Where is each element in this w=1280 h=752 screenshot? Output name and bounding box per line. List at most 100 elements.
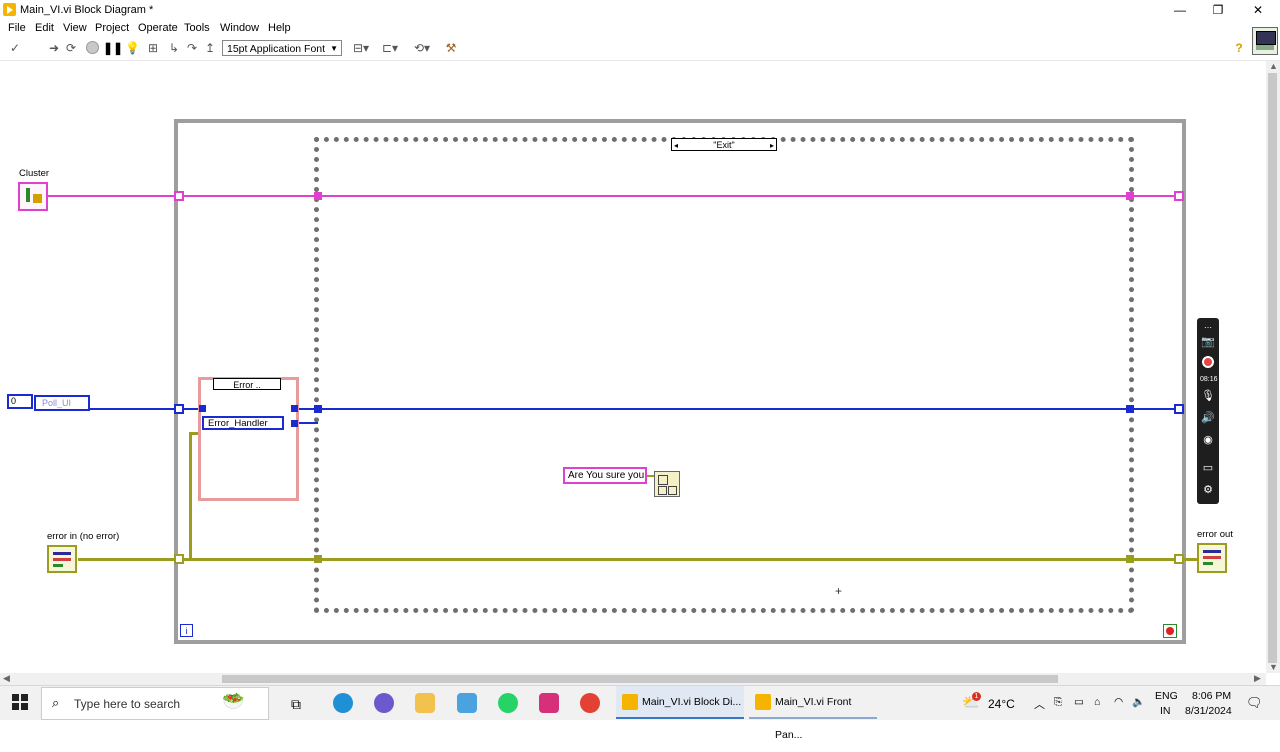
font-select[interactable]: 15pt Application Font ▼ [222,40,342,56]
inner-case-output-tunnel[interactable] [291,420,298,427]
decrement-arrow-icon[interactable]: ◂ [674,139,678,152]
two-button-dialog-icon[interactable] [654,471,680,497]
menu-tools[interactable]: Tools [184,22,210,34]
inner-case-tunnel-right[interactable] [291,405,298,412]
clean-up-icon[interactable]: ⚒ [442,41,460,55]
loop-iteration-terminal[interactable]: i [180,624,193,637]
menu-operate[interactable]: Operate [138,22,178,34]
error-shift-register-right[interactable] [1174,554,1184,564]
retain-wire-values-icon[interactable]: ⊞ [146,41,160,55]
error-case-structure[interactable] [198,377,299,501]
loop-stop-terminal[interactable] [1163,624,1177,638]
instagram-icon[interactable] [539,693,559,713]
align-icon[interactable]: ⊟▾ [352,41,370,55]
volume-icon[interactable]: 🔈 [1132,695,1145,708]
step-over-icon[interactable]: ↷ [185,41,199,55]
cluster-wire[interactable] [48,195,1184,197]
state-case-tunnel-left[interactable] [314,405,322,413]
cluster-shift-register-right[interactable] [1174,191,1184,201]
abort-icon[interactable] [85,41,99,55]
horizontal-scrollbar[interactable]: ◀ ▶ [0,673,1266,685]
run-continuously-icon[interactable]: ⟳ [64,41,78,55]
error-shift-register-left[interactable] [174,554,184,564]
record-stop-button[interactable] [1200,356,1216,372]
horizontal-scroll-thumb[interactable] [222,675,1058,683]
microphone-icon[interactable]: 🎙 [1200,388,1216,404]
windows-start-icon[interactable] [12,694,28,710]
error-case-tunnel-left[interactable] [314,555,322,563]
step-out-icon[interactable]: ↥ [203,41,217,55]
close-button[interactable]: ✕ [1248,2,1268,18]
menu-window[interactable]: Window [220,22,259,34]
error-case-tunnel-right[interactable] [1126,555,1134,563]
increment-arrow-icon[interactable]: ▸ [770,139,774,152]
gear-icon[interactable]: ⚙ [1200,482,1216,498]
step-into-icon[interactable]: ↳ [167,41,181,55]
speaker-icon[interactable]: 🔊 [1200,410,1216,426]
screen-recorder-panel[interactable]: ⋯ 📷 08:16 🎙 🔊 ◉ ▭ ⚙ [1197,318,1219,504]
cluster-case-tunnel-left[interactable] [314,192,322,200]
clock-time[interactable]: 8:06 PM [1192,690,1231,702]
check-icon[interactable]: ✓ [8,41,22,55]
weather-temperature[interactable]: 24°C [988,697,1015,711]
state-case-tunnel-right[interactable] [1126,405,1134,413]
webcam-icon[interactable]: ◉ [1200,432,1216,448]
error-out-indicator[interactable] [1197,543,1227,573]
task-view-icon[interactable]: ⧉ [291,696,301,713]
scroll-right-icon[interactable]: ▶ [1254,673,1261,684]
error-handler-constant[interactable]: Error_Handler [202,416,284,430]
poll-ui-constant[interactable]: Poll_UI [34,395,90,411]
error-wire[interactable] [78,558,1198,561]
minimize-button[interactable]: — [1170,2,1190,18]
cluster-case-tunnel-right[interactable] [1126,192,1134,200]
menu-file[interactable]: File [8,22,26,34]
state-shift-register-right[interactable] [1174,404,1184,414]
menu-edit[interactable]: Edit [35,22,54,34]
scroll-down-icon[interactable]: ▼ [1269,662,1278,672]
run-icon[interactable]: ➜ [47,41,61,55]
case-selector[interactable]: ◂ "Exit" ▸ [671,138,777,151]
camera-icon[interactable]: 📷 [1200,334,1216,350]
inner-case-tunnel-left[interactable] [199,405,206,412]
menu-help[interactable]: Help [268,22,291,34]
wifi-icon[interactable]: ◠ [1114,696,1123,708]
vi-icon[interactable] [1252,27,1278,55]
battery-icon[interactable]: ▭ [1074,696,1084,708]
taskbar-window-block-diagram[interactable]: Main_VI.vi Block Di... [616,686,744,719]
help-icon[interactable]: ? [1232,41,1246,55]
error-wire-branch[interactable] [189,432,192,560]
error-case-selector[interactable]: Error .. [213,378,281,390]
vertical-scroll-thumb[interactable] [1268,73,1277,663]
numeric-constant[interactable]: 0 [7,394,33,409]
copilot-icon[interactable] [374,693,394,713]
cluster-control[interactable] [18,182,48,211]
notification-icon[interactable]: 🗨 [1246,695,1263,711]
case-structure[interactable] [314,137,1134,613]
cluster-shift-register-left[interactable] [174,191,184,201]
state-shift-register-left[interactable] [174,404,184,414]
whatsapp-icon[interactable] [498,693,518,713]
language-code[interactable]: ENG [1155,690,1178,702]
string-constant[interactable]: Are You sure you [563,467,647,484]
highlight-execution-icon[interactable]: 💡 [125,41,140,55]
edge-icon[interactable] [333,693,353,713]
chrome-icon[interactable] [580,693,600,713]
meet-now-icon[interactable]: ⎘ [1054,696,1062,709]
error-in-control[interactable] [47,545,77,573]
reorder-icon[interactable]: ⟲▾ [412,41,432,55]
distribute-icon[interactable]: ⊏▾ [380,41,400,55]
vertical-scrollbar[interactable]: ▲ ▼ [1266,61,1280,673]
store-icon[interactable] [457,693,477,713]
maximize-button[interactable]: ❐ [1208,2,1228,18]
scroll-left-icon[interactable]: ◀ [3,673,10,684]
menu-project[interactable]: Project [95,22,129,34]
network-icon[interactable]: ⌂ [1094,696,1100,708]
file-explorer-icon[interactable] [415,693,435,713]
window-icon[interactable]: ▭ [1200,460,1216,476]
menu-view[interactable]: View [63,22,87,34]
pause-icon[interactable]: ❚❚ [103,41,123,55]
taskbar-window-front-panel[interactable]: Main_VI.vi Front Pan... [749,686,877,741]
taskbar-search-box[interactable]: ⌕ Type here to search 🥗 [41,687,269,720]
chevron-up-icon[interactable]: ︿ [1034,696,1045,712]
scroll-up-icon[interactable]: ▲ [1269,61,1278,71]
